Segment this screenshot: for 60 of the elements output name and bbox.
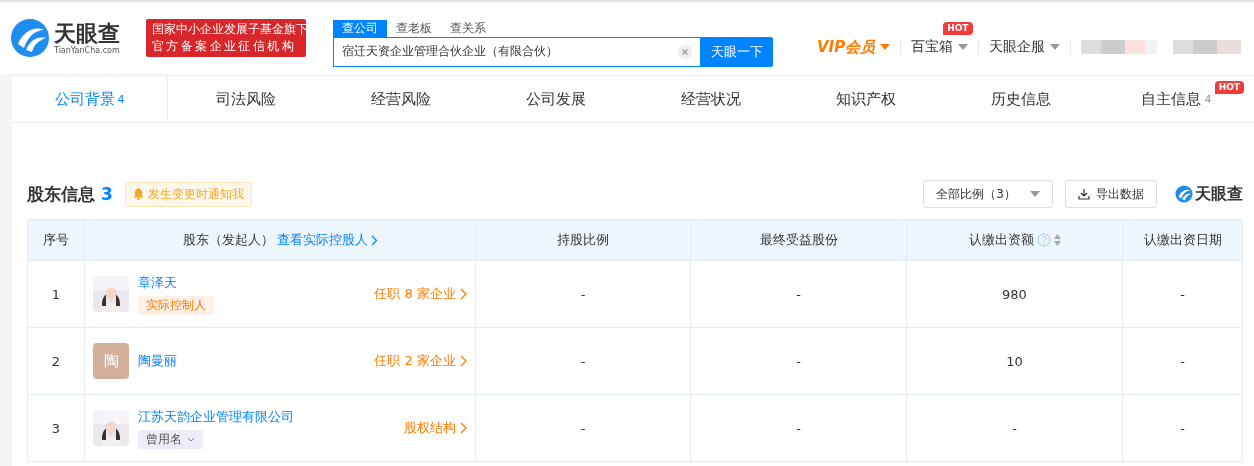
avatar: 陶 bbox=[93, 343, 129, 379]
export-button[interactable]: 导出数据 bbox=[1065, 180, 1157, 208]
logo-domain: TianYanCha.com bbox=[54, 45, 120, 55]
table-cell: - bbox=[690, 394, 907, 462]
column-header: 认缴出资额 bbox=[906, 219, 1123, 261]
nav-menu[interactable]: 天眼企服 bbox=[989, 38, 1046, 56]
column-header: 持股比例 bbox=[475, 219, 691, 261]
table-cell: 980 bbox=[906, 260, 1123, 328]
sort-icon[interactable] bbox=[1053, 234, 1061, 246]
table-cell: - bbox=[1122, 327, 1243, 395]
search-tab[interactable]: 查公司 bbox=[333, 19, 387, 37]
chevron-icon bbox=[460, 355, 467, 367]
table-cell: 3 bbox=[27, 394, 85, 462]
ratio-dropdown[interactable]: 全部比例（3） bbox=[923, 180, 1053, 208]
logo-name: 天眼查 bbox=[54, 21, 120, 46]
table-cell: - bbox=[690, 260, 907, 328]
caret-icon bbox=[958, 44, 969, 50]
section-title: 股东信息 3 bbox=[27, 182, 113, 206]
logo-icon bbox=[1175, 185, 1193, 203]
column-header: 序号 bbox=[27, 219, 85, 261]
table-cell: - bbox=[1122, 394, 1243, 462]
logo-icon bbox=[10, 18, 50, 58]
controller-tag: 实际控制人 bbox=[138, 295, 214, 315]
chevron-icon bbox=[370, 234, 378, 246]
table-cell: 10 bbox=[906, 327, 1123, 395]
table-cell: 2 bbox=[27, 327, 85, 395]
chevron-icon bbox=[187, 436, 195, 442]
shareholder-link[interactable]: 陶曼丽 bbox=[138, 352, 177, 370]
column-header: 最终受益股份 bbox=[690, 219, 907, 261]
chevron-icon bbox=[460, 422, 467, 434]
caret-icon bbox=[1050, 44, 1061, 50]
shareholder-link[interactable]: 江苏天韵企业管理有限公司 bbox=[138, 407, 294, 426]
table-cell: - bbox=[475, 327, 691, 395]
table-cell: 1 bbox=[27, 260, 85, 328]
chevron-icon bbox=[460, 288, 467, 300]
hot-badge: HOT bbox=[1214, 81, 1244, 94]
column-header: 认缴出资日期 bbox=[1122, 219, 1243, 261]
former-name-tag[interactable]: 曾用名 bbox=[138, 429, 203, 449]
clear-icon[interactable] bbox=[678, 44, 692, 59]
search-tab[interactable]: 查老板 bbox=[387, 19, 441, 37]
table-cell: - bbox=[1122, 260, 1243, 328]
search-tab[interactable]: 查关系 bbox=[441, 19, 495, 37]
brand-name: 天眼查 bbox=[1195, 183, 1243, 205]
caret-icon bbox=[880, 44, 891, 50]
help-icon[interactable] bbox=[1036, 233, 1051, 247]
table-cell: - bbox=[690, 327, 907, 395]
nav-menu[interactable]: 百宝箱 bbox=[911, 38, 954, 56]
table-cell: - bbox=[475, 260, 691, 328]
table-cell: - bbox=[475, 394, 691, 462]
shareholder-link[interactable]: 章泽天 bbox=[138, 273, 177, 292]
search-button[interactable]: 天眼一下 bbox=[701, 36, 773, 67]
table-cell: - bbox=[906, 394, 1123, 462]
hot-badge: HOT bbox=[943, 22, 973, 35]
banner: 国家中小企业发展子基金旗下 官方备案企业征信机构 bbox=[146, 19, 306, 57]
column-header: 股东（发起人） 查看实际控股人 bbox=[84, 219, 476, 261]
controller-link[interactable]: 查看实际控股人 bbox=[276, 231, 378, 249]
caret-icon bbox=[1030, 191, 1040, 197]
bell-icon bbox=[132, 188, 144, 200]
search-field[interactable]: 宿迁天资企业管理合伙企业（有限合伙） bbox=[333, 36, 701, 67]
download-icon bbox=[1078, 188, 1090, 200]
